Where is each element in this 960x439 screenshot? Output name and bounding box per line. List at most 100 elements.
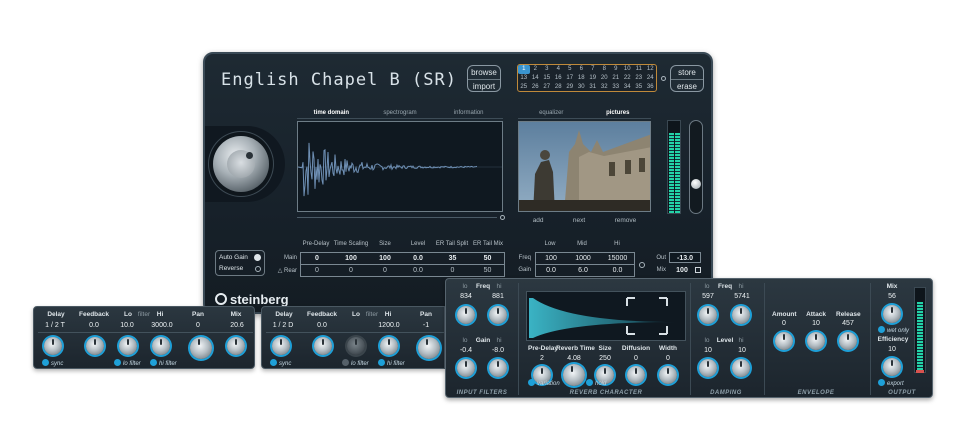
- rc-size-value[interactable]: 250: [593, 354, 617, 364]
- program-slot[interactable]: 28: [553, 83, 565, 92]
- rear-size[interactable]: 0: [369, 265, 401, 276]
- s1-sync-toggle[interactable]: sync: [42, 359, 63, 367]
- s2-pan-knob[interactable]: [418, 337, 440, 359]
- program-slot[interactable]: 36: [645, 83, 657, 92]
- s1-lo-value[interactable]: 10.0: [116, 322, 138, 329]
- env-amount-knob[interactable]: [775, 332, 793, 350]
- s1-hi-filter-knob[interactable]: [152, 337, 170, 355]
- s1-lo-filter-knob[interactable]: [119, 337, 137, 355]
- rear-pre-delay[interactable]: 0: [301, 265, 333, 276]
- s2-feedback-value[interactable]: 0.0: [310, 322, 334, 329]
- main-er-tail-mix[interactable]: 50: [471, 253, 504, 264]
- s1-hi-filter-toggle[interactable]: hi filter: [150, 359, 177, 367]
- main-pre-delay[interactable]: 0: [301, 253, 333, 264]
- program-slot[interactable]: 10: [622, 65, 634, 74]
- if-hi-freq-value[interactable]: 881: [486, 292, 510, 302]
- export-toggle[interactable]: export: [878, 379, 904, 387]
- s1-mix-knob[interactable]: [227, 337, 245, 355]
- if-lo-gain-value[interactable]: -0.4: [454, 346, 478, 356]
- program-slot-grid[interactable]: 1 2 3 4 5 6 7 8 9 10 11 12 13 14 15 16 17 18 19 20 21 22 23 24 2…: [517, 64, 657, 92]
- if-hi-freq-knob[interactable]: [489, 306, 507, 324]
- out-mix-value[interactable]: 56: [880, 292, 904, 302]
- main-size[interactable]: 100: [369, 253, 401, 264]
- dmp-hi-freq-knob[interactable]: [732, 306, 750, 324]
- env-attack-value[interactable]: 10: [804, 319, 828, 329]
- program-slot[interactable]: 17: [564, 74, 576, 83]
- program-slot[interactable]: 23: [633, 74, 645, 83]
- if-lo-freq-knob[interactable]: [457, 306, 475, 324]
- program-slot[interactable]: 29: [564, 83, 576, 92]
- program-slot[interactable]: 11: [633, 65, 645, 74]
- play-knob[interactable]: [213, 136, 269, 192]
- program-slot[interactable]: 31: [587, 83, 599, 92]
- program-slot[interactable]: 7: [587, 65, 599, 74]
- program-slot[interactable]: 27: [541, 83, 553, 92]
- env-amount-value[interactable]: 0: [772, 319, 796, 329]
- preset-name[interactable]: English Chapel B (SR): [221, 70, 457, 90]
- program-slot[interactable]: 2: [530, 65, 542, 74]
- s2-sync-toggle[interactable]: sync: [270, 359, 291, 367]
- s2-lo-filter-toggle[interactable]: lo filter: [342, 359, 369, 367]
- s2-hi-value[interactable]: 1200.0: [374, 322, 404, 329]
- program-slot[interactable]: 34: [622, 83, 634, 92]
- program-slot[interactable]: 33: [610, 83, 622, 92]
- s2-lo-filter-knob[interactable]: [347, 337, 365, 355]
- next-picture-button[interactable]: next: [573, 217, 585, 224]
- s2-hi-filter-toggle[interactable]: hi filter: [378, 359, 405, 367]
- program-slot[interactable]: 25: [518, 83, 530, 92]
- s2-delay-knob[interactable]: [272, 337, 290, 355]
- program-slot[interactable]: 12: [645, 65, 657, 74]
- reverse-toggle[interactable]: [255, 266, 261, 272]
- s1-delay-value[interactable]: 1 / 2 T: [39, 322, 71, 329]
- program-slot[interactable]: 16: [553, 74, 565, 83]
- rc-diffusion-value[interactable]: 0: [624, 354, 648, 364]
- env-release-value[interactable]: 457: [836, 319, 860, 329]
- program-slot[interactable]: 21: [610, 74, 622, 83]
- s1-pan-knob[interactable]: [190, 337, 212, 359]
- program-slot[interactable]: 18: [576, 74, 588, 83]
- main-er-tail-split[interactable]: 35: [435, 253, 470, 264]
- s2-delay-value[interactable]: 1 / 2 D: [267, 322, 299, 329]
- rc-reverbtime-value[interactable]: 4.08: [562, 354, 586, 364]
- hold-toggle[interactable]: hold: [586, 379, 606, 387]
- dmp-lo-level-knob[interactable]: [699, 359, 717, 377]
- tab-equalizer[interactable]: equalizer: [518, 109, 585, 118]
- s1-lo-filter-toggle[interactable]: lo filter: [114, 359, 141, 367]
- dmp-hi-level-knob[interactable]: [732, 359, 750, 377]
- rc-width-knob[interactable]: [659, 366, 677, 384]
- tab-information[interactable]: information: [434, 109, 503, 118]
- output-fader[interactable]: [689, 120, 703, 214]
- dmp-lo-freq-knob[interactable]: [699, 306, 717, 324]
- out-efficiency-value[interactable]: 10: [880, 345, 904, 355]
- if-lo-freq-value[interactable]: 834: [454, 292, 478, 302]
- dmp-hi-freq-value[interactable]: 5741: [728, 292, 756, 302]
- rc-predelay-value[interactable]: 2: [530, 354, 554, 364]
- rear-er-tail-mix[interactable]: 50: [471, 265, 504, 276]
- rear-level[interactable]: 0.0: [402, 265, 434, 276]
- s2-pan-value[interactable]: -1: [418, 322, 434, 329]
- store-button[interactable]: store: [671, 66, 703, 79]
- eq-hi-freq[interactable]: 15000: [601, 253, 634, 264]
- s1-delay-knob[interactable]: [44, 337, 62, 355]
- main-level[interactable]: 0.0: [402, 253, 434, 264]
- erase-button[interactable]: erase: [671, 79, 703, 92]
- eq-low-freq[interactable]: 100: [536, 253, 566, 264]
- s1-feedback-value[interactable]: 0.0: [82, 322, 106, 329]
- s2-feedback-knob[interactable]: [314, 337, 332, 355]
- rc-reverbtime-knob[interactable]: [563, 364, 585, 386]
- rc-width-value[interactable]: 0: [656, 354, 680, 364]
- eq-mid-gain[interactable]: 6.0: [568, 265, 598, 276]
- s1-hi-value[interactable]: 3000.0: [148, 322, 176, 329]
- if-hi-gain-knob[interactable]: [489, 359, 507, 377]
- auto-gain-toggle[interactable]: [254, 254, 261, 261]
- out-value[interactable]: -13.0: [669, 252, 701, 263]
- add-picture-button[interactable]: add: [533, 217, 544, 224]
- program-slot[interactable]: 22: [622, 74, 634, 83]
- wet-only-toggle[interactable]: wet only: [878, 326, 909, 334]
- browse-button[interactable]: browse: [468, 66, 500, 79]
- rear-time-scaling[interactable]: 0: [334, 265, 368, 276]
- program-slot[interactable]: 15: [541, 74, 553, 83]
- eq-hi-gain[interactable]: 0.0: [601, 265, 634, 276]
- out-mix-knob[interactable]: [883, 305, 901, 323]
- if-hi-gain-value[interactable]: -8.0: [486, 346, 510, 356]
